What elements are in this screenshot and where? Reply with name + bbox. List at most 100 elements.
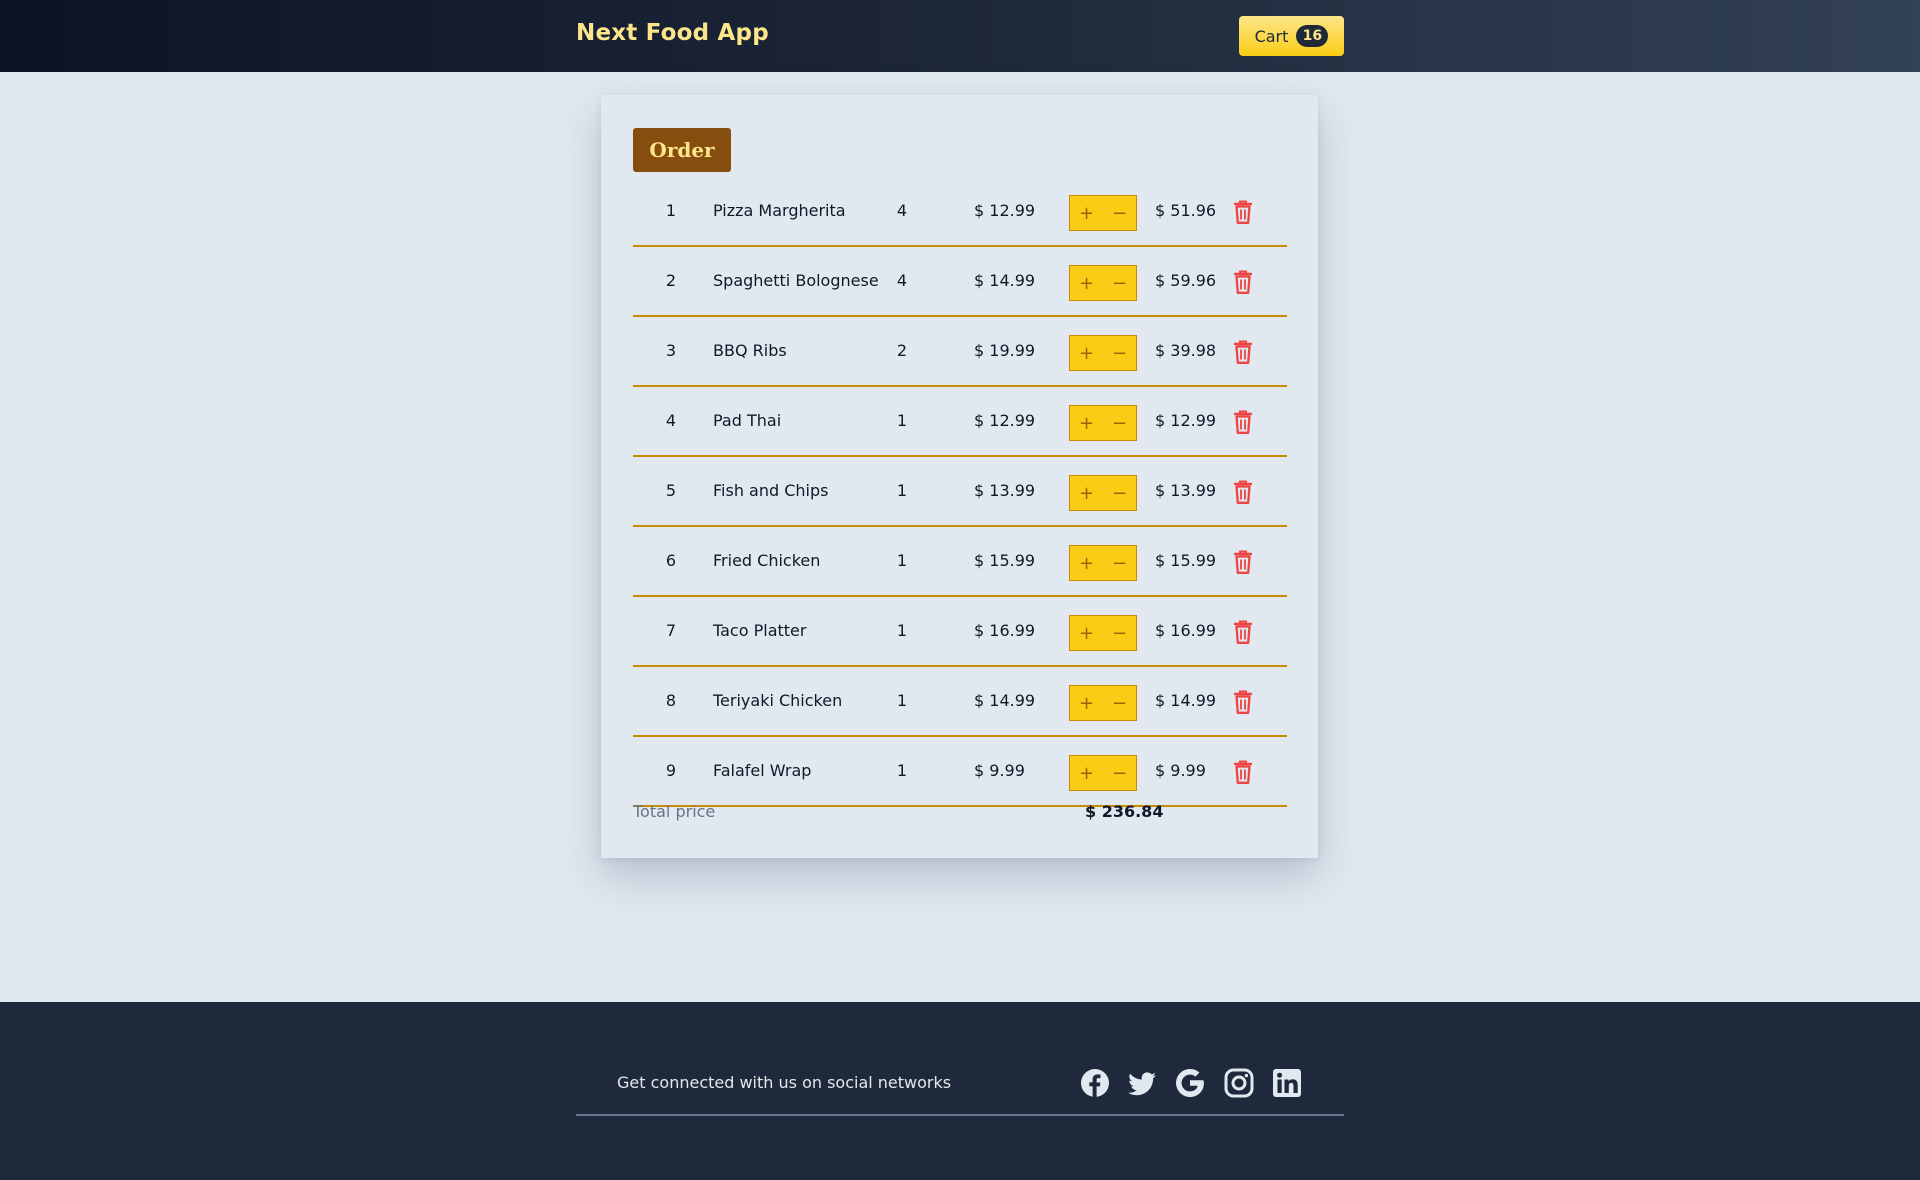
decrease-quantity-button[interactable]: − <box>1103 476 1136 510</box>
increase-quantity-button[interactable]: + <box>1070 336 1103 370</box>
item-index: 7 <box>665 621 677 640</box>
order-items-list: 1 Pizza Margherita 4 $ 12.99 + − $ 51.96 2 Spagh… <box>633 177 1287 807</box>
item-subtotal: $ 14.99 <box>1155 691 1217 710</box>
item-index: 4 <box>665 411 677 430</box>
quantity-stepper: + − <box>1069 265 1137 301</box>
item-unit-price: $ 16.99 <box>974 621 1036 640</box>
cart-label: Cart <box>1254 26 1289 46</box>
item-quantity: 1 <box>896 411 908 430</box>
quantity-stepper: + − <box>1069 475 1137 511</box>
decrease-quantity-button[interactable]: − <box>1103 756 1136 790</box>
top-navbar: Next Food App Cart 16 <box>0 0 1920 72</box>
trash-icon[interactable] <box>1233 689 1253 715</box>
increase-quantity-button[interactable]: + <box>1070 196 1103 230</box>
increase-quantity-button[interactable]: + <box>1070 686 1103 720</box>
item-name: Teriyaki Chicken <box>713 691 843 710</box>
quantity-stepper: + − <box>1069 685 1137 721</box>
item-unit-price: $ 13.99 <box>974 481 1036 500</box>
item-index: 3 <box>665 341 677 360</box>
quantity-stepper: + − <box>1069 335 1137 371</box>
item-name: Taco Platter <box>713 621 807 640</box>
item-unit-price: $ 9.99 <box>974 761 1025 780</box>
decrease-quantity-button[interactable]: − <box>1103 406 1136 440</box>
item-subtotal: $ 9.99 <box>1155 761 1206 780</box>
item-quantity: 1 <box>896 551 908 570</box>
facebook-icon[interactable] <box>1080 1068 1110 1098</box>
item-unit-price: $ 19.99 <box>974 341 1036 360</box>
item-subtotal: $ 12.99 <box>1155 411 1217 430</box>
item-name: Fish and Chips <box>713 481 829 500</box>
order-row: 8 Teriyaki Chicken 1 $ 14.99 + − $ 14.99 <box>633 667 1287 737</box>
order-row: 5 Fish and Chips 1 $ 13.99 + − $ 13.99 <box>633 457 1287 527</box>
trash-icon[interactable] <box>1233 409 1253 435</box>
decrease-quantity-button[interactable]: − <box>1103 336 1136 370</box>
item-quantity: 1 <box>896 691 908 710</box>
item-index: 8 <box>665 691 677 710</box>
item-unit-price: $ 12.99 <box>974 411 1036 430</box>
item-name: Fried Chicken <box>713 551 821 570</box>
twitter-icon[interactable] <box>1127 1068 1157 1098</box>
order-title: Order <box>633 128 731 172</box>
order-row: 4 Pad Thai 1 $ 12.99 + − $ 12.99 <box>633 387 1287 457</box>
increase-quantity-button[interactable]: + <box>1070 756 1103 790</box>
google-icon[interactable] <box>1175 1068 1205 1098</box>
item-subtotal: $ 16.99 <box>1155 621 1217 640</box>
increase-quantity-button[interactable]: + <box>1070 266 1103 300</box>
decrease-quantity-button[interactable]: − <box>1103 546 1136 580</box>
item-subtotal: $ 39.98 <box>1155 341 1217 360</box>
item-quantity: 1 <box>896 761 908 780</box>
item-subtotal: $ 59.96 <box>1155 271 1217 290</box>
trash-icon[interactable] <box>1233 549 1253 575</box>
decrease-quantity-button[interactable]: − <box>1103 196 1136 230</box>
cart-button[interactable]: Cart 16 <box>1239 16 1344 56</box>
instagram-icon[interactable] <box>1224 1068 1254 1098</box>
trash-icon[interactable] <box>1233 479 1253 505</box>
increase-quantity-button[interactable]: + <box>1070 406 1103 440</box>
decrease-quantity-button[interactable]: − <box>1103 616 1136 650</box>
increase-quantity-button[interactable]: + <box>1070 476 1103 510</box>
total-price-value: $ 236.84 <box>1085 802 1164 821</box>
item-unit-price: $ 14.99 <box>974 271 1036 290</box>
item-subtotal: $ 51.96 <box>1155 201 1217 220</box>
cart-count-badge: 16 <box>1296 25 1329 47</box>
quantity-stepper: + − <box>1069 545 1137 581</box>
trash-icon[interactable] <box>1233 759 1253 785</box>
footer: Get connected with us on social networks <box>0 1002 1920 1180</box>
item-subtotal: $ 13.99 <box>1155 481 1217 500</box>
trash-icon[interactable] <box>1233 619 1253 645</box>
increase-quantity-button[interactable]: + <box>1070 546 1103 580</box>
trash-icon[interactable] <box>1233 339 1253 365</box>
item-quantity: 4 <box>896 271 908 290</box>
item-name: Pizza Margherita <box>713 201 846 220</box>
quantity-stepper: + − <box>1069 755 1137 791</box>
item-index: 6 <box>665 551 677 570</box>
order-row: 3 BBQ Ribs 2 $ 19.99 + − $ 39.98 <box>633 317 1287 387</box>
item-subtotal: $ 15.99 <box>1155 551 1217 570</box>
footer-social-text: Get connected with us on social networks <box>617 1073 952 1092</box>
item-index: 1 <box>665 201 677 220</box>
trash-icon[interactable] <box>1233 269 1253 295</box>
item-unit-price: $ 12.99 <box>974 201 1036 220</box>
decrease-quantity-button[interactable]: − <box>1103 686 1136 720</box>
item-quantity: 1 <box>896 621 908 640</box>
order-row: 2 Spaghetti Bolognese 4 $ 14.99 + − $ 59.96 <box>633 247 1287 317</box>
item-name: BBQ Ribs <box>713 341 787 360</box>
item-quantity: 2 <box>896 341 908 360</box>
item-index: 9 <box>665 761 677 780</box>
item-name: Pad Thai <box>713 411 782 430</box>
brand-logo-text[interactable]: Next Food App <box>576 20 769 46</box>
order-row: 6 Fried Chicken 1 $ 15.99 + − $ 15.99 <box>633 527 1287 597</box>
order-row: 7 Taco Platter 1 $ 16.99 + − $ 16.99 <box>633 597 1287 667</box>
order-row: 9 Falafel Wrap 1 $ 9.99 + − $ 9.99 <box>633 737 1287 807</box>
order-row: 1 Pizza Margherita 4 $ 12.99 + − $ 51.96 <box>633 177 1287 247</box>
trash-icon[interactable] <box>1233 199 1253 225</box>
quantity-stepper: + − <box>1069 615 1137 651</box>
quantity-stepper: + − <box>1069 405 1137 441</box>
order-card: Order 1 Pizza Margherita 4 $ 12.99 + − $ 51.96… <box>601 95 1318 858</box>
item-name: Spaghetti Bolognese <box>713 271 879 290</box>
linkedin-icon[interactable] <box>1272 1068 1302 1098</box>
decrease-quantity-button[interactable]: − <box>1103 266 1136 300</box>
increase-quantity-button[interactable]: + <box>1070 616 1103 650</box>
item-quantity: 4 <box>896 201 908 220</box>
quantity-stepper: + − <box>1069 195 1137 231</box>
